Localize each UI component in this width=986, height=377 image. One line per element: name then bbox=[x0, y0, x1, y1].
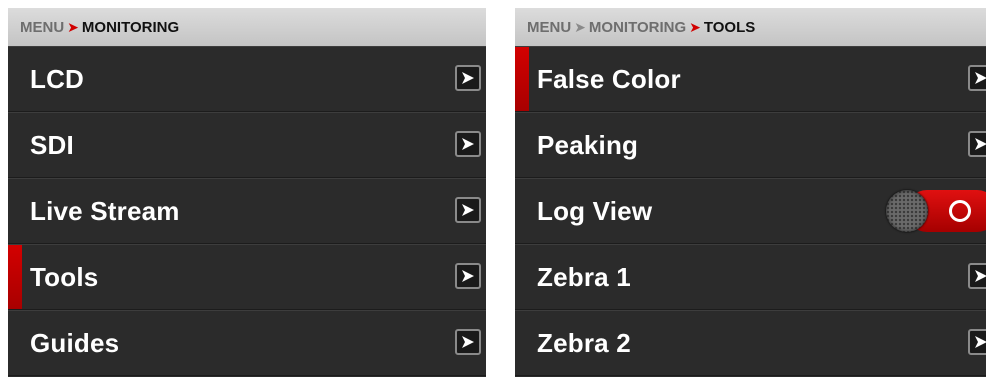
toggle-on-indicator-icon bbox=[949, 200, 971, 222]
menu-item-label: False Color bbox=[537, 63, 681, 94]
chevron-right-icon[interactable] bbox=[455, 65, 481, 91]
toggle-knob[interactable] bbox=[886, 190, 928, 232]
breadcrumb-item-menu[interactable]: MENU bbox=[20, 19, 64, 36]
breadcrumb-item-monitoring[interactable]: MONITORING bbox=[589, 19, 686, 36]
menu-item-zebra-1[interactable]: Zebra 1 bbox=[515, 244, 986, 310]
menu-item-live-stream[interactable]: Live Stream bbox=[8, 178, 486, 244]
menu-item-log-view[interactable]: Log View bbox=[515, 178, 986, 244]
chevron-right-icon[interactable] bbox=[455, 263, 481, 289]
menu-item-guides[interactable]: Guides bbox=[8, 310, 486, 376]
menu-item-false-color[interactable]: False Color bbox=[515, 46, 986, 112]
menu-item-label: Zebra 1 bbox=[537, 261, 631, 292]
menu-item-lcd[interactable]: LCD bbox=[8, 46, 486, 112]
menu-item-label: Zebra 2 bbox=[537, 327, 631, 358]
monitoring-menu-panel: MENU ➤ MONITORING LCD SDI Live Stream To… bbox=[8, 8, 486, 377]
chevron-right-icon[interactable] bbox=[968, 65, 986, 91]
breadcrumb-separator-icon: ➤ bbox=[689, 18, 701, 35]
breadcrumb-item-tools: TOOLS bbox=[703, 18, 756, 36]
menu-item-sdi[interactable]: SDI bbox=[8, 112, 486, 178]
menu-item-label: Guides bbox=[30, 327, 120, 358]
breadcrumb-item-monitoring: MONITORING bbox=[81, 18, 180, 36]
chevron-right-icon[interactable] bbox=[968, 131, 986, 157]
menu-item-label: Log View bbox=[537, 195, 653, 226]
chevron-right-icon[interactable] bbox=[455, 197, 481, 223]
chevron-right-icon[interactable] bbox=[968, 329, 986, 355]
menu-item-peaking[interactable]: Peaking bbox=[515, 112, 986, 178]
breadcrumb-item-menu[interactable]: MENU bbox=[527, 19, 571, 36]
breadcrumb: MENU ➤ MONITORING bbox=[8, 8, 486, 46]
log-view-toggle[interactable] bbox=[886, 190, 986, 232]
breadcrumb: MENU ➤ MONITORING ➤ TOOLS bbox=[515, 8, 986, 46]
menu-item-label: LCD bbox=[30, 63, 85, 94]
menu-item-label: SDI bbox=[30, 129, 74, 160]
menu-item-zebra-2[interactable]: Zebra 2 bbox=[515, 310, 986, 376]
chevron-right-icon[interactable] bbox=[455, 131, 481, 157]
menu-item-label: Peaking bbox=[537, 129, 639, 160]
chevron-right-icon[interactable] bbox=[968, 263, 986, 289]
menu-item-tools[interactable]: Tools bbox=[8, 244, 486, 310]
breadcrumb-separator-icon: ➤ bbox=[67, 18, 79, 35]
menu-item-label: Live Stream bbox=[30, 195, 180, 226]
tools-menu-panel: MENU ➤ MONITORING ➤ TOOLS False Color Pe… bbox=[515, 8, 986, 377]
selection-indicator bbox=[515, 47, 529, 111]
chevron-right-icon[interactable] bbox=[455, 329, 481, 355]
breadcrumb-separator-icon: ➤ bbox=[574, 18, 586, 35]
selection-indicator bbox=[8, 245, 22, 309]
